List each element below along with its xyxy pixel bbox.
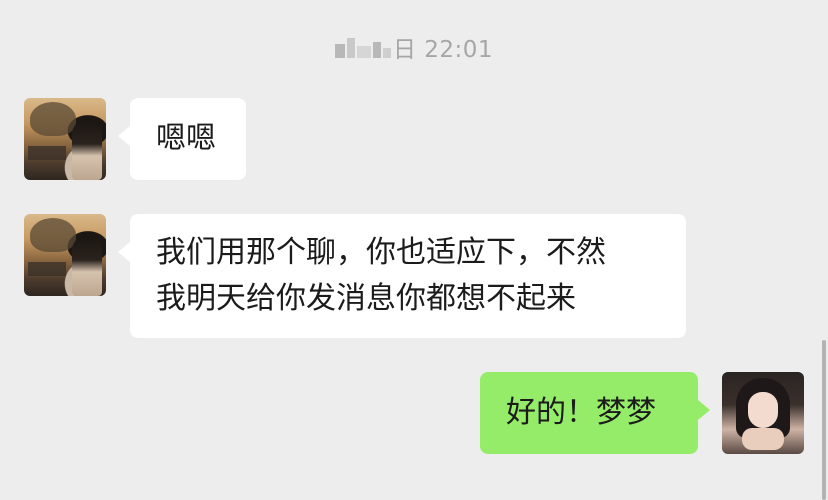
- contact-avatar[interactable]: [24, 214, 106, 296]
- message-text-line: 我们用那个聊，你也适应下，不然: [156, 235, 606, 270]
- message-text: 好的！梦梦: [506, 395, 656, 430]
- message-timestamp: 日 22:01: [0, 30, 828, 64]
- message-bubble-outgoing[interactable]: 好的！梦梦: [480, 372, 710, 454]
- message-text: 嗯嗯: [156, 121, 216, 156]
- scrollbar[interactable]: [822, 340, 826, 500]
- chat-window: 日 22:01 嗯嗯 我们用那个聊，你也适应下，不然 我明天给你发消息你都想不起…: [0, 0, 828, 500]
- message-text-line: 我明天给你发消息你都想不起来: [156, 281, 576, 316]
- message-bubble-incoming[interactable]: 我们用那个聊，你也适应下，不然 我明天给你发消息你都想不起来: [118, 214, 686, 338]
- self-avatar[interactable]: [722, 372, 804, 454]
- message-bubble-incoming[interactable]: 嗯嗯: [118, 98, 246, 180]
- timestamp-text: 日 22:01: [392, 37, 494, 63]
- blurred-date: [334, 38, 391, 60]
- contact-avatar[interactable]: [24, 98, 106, 180]
